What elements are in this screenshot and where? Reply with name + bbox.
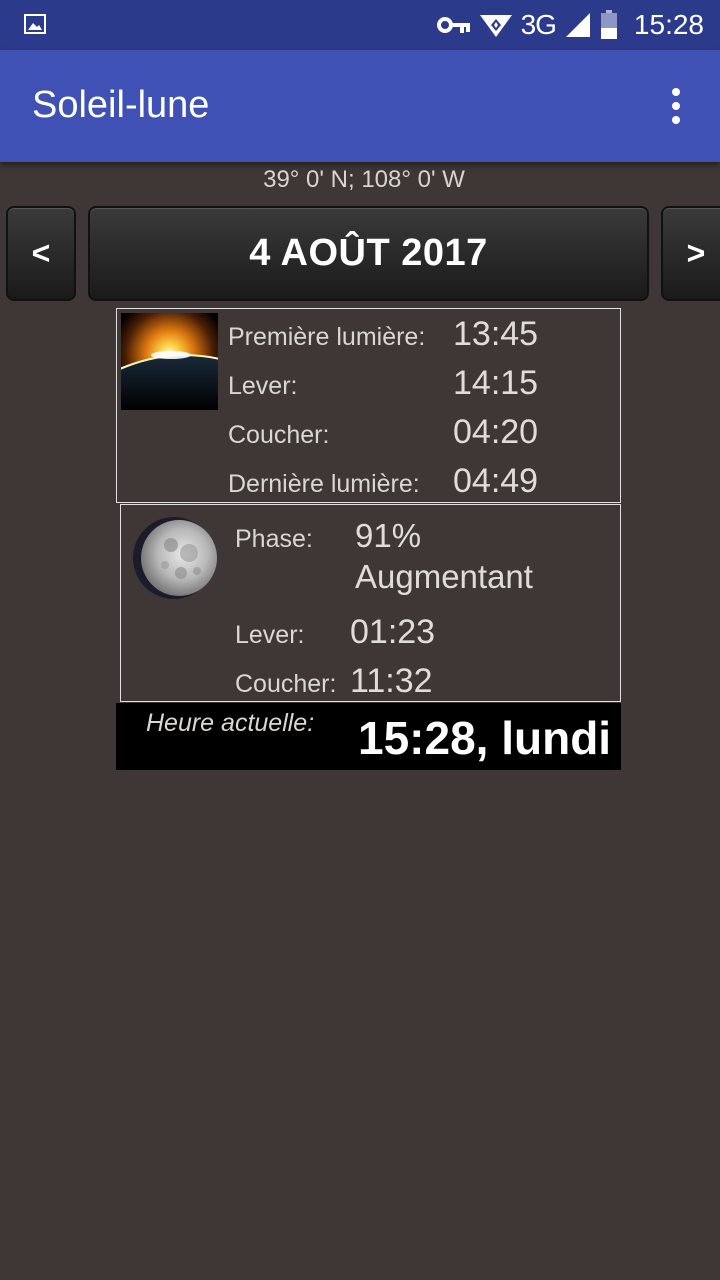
- sunset-value: 04:20: [453, 413, 539, 451]
- battery-icon: [600, 10, 617, 39]
- overflow-menu-icon[interactable]: [656, 82, 696, 130]
- key-icon: [436, 17, 470, 33]
- location-coordinates: 39° 0' N; 108° 0' W: [263, 166, 465, 193]
- sun-info-panel: Première lumière: 13:45 Lever: 14:15 Cou…: [116, 308, 621, 503]
- status-time: 15:28: [633, 9, 704, 40]
- sunset-label: Coucher:: [228, 421, 330, 449]
- status-bar: 3G 15:28: [0, 0, 720, 50]
- moon-phase-percent: 91%: [355, 517, 422, 554]
- sunrise-value: 14:15: [453, 364, 539, 402]
- current-time-bar: Heure actuelle: 15:28, lundi: [116, 703, 621, 770]
- first-light-label: Première lumière:: [228, 323, 426, 351]
- moon-info-panel: Phase: 91% Augmentant Lever: 01:23 Couch…: [120, 504, 621, 702]
- image-notification-icon: [24, 14, 46, 34]
- network-type: 3G: [520, 9, 557, 40]
- moon-phase-label: Phase:: [235, 525, 313, 553]
- moon-phase-trend: Augmentant: [355, 558, 533, 595]
- app-bar: Soleil-lune: [0, 50, 720, 162]
- sunrise-label: Lever:: [228, 372, 298, 400]
- sunrise-image: [121, 313, 218, 410]
- moonrise-label: Lever:: [235, 621, 305, 649]
- date-button[interactable]: 4 AOÛT 2017: [88, 206, 649, 301]
- app-title: Soleil-lune: [32, 84, 210, 126]
- last-light-value: 04:49: [453, 462, 539, 500]
- moonrise-value: 01:23: [350, 613, 436, 651]
- moon-phase-image: [133, 517, 217, 599]
- wifi-icon: [479, 15, 512, 37]
- current-time-value: 15:28, lundi: [358, 712, 612, 764]
- current-time-label: Heure actuelle:: [146, 709, 315, 737]
- signal-icon: [565, 13, 590, 37]
- next-day-button[interactable]: >: [661, 206, 720, 301]
- previous-day-button[interactable]: <: [6, 206, 76, 301]
- first-light-value: 13:45: [453, 315, 539, 353]
- moonset-value: 11:32: [350, 662, 433, 700]
- moonset-label: Coucher:: [235, 670, 337, 698]
- last-light-label: Dernière lumière:: [228, 470, 420, 498]
